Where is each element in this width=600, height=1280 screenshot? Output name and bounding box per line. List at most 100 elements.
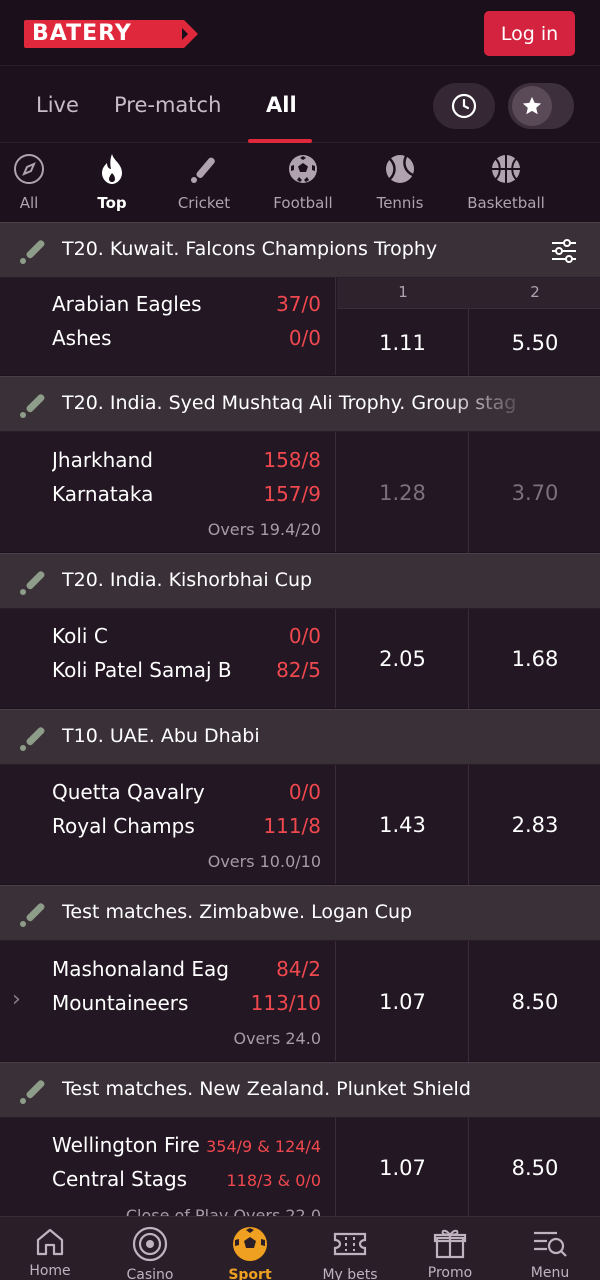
odds-column-header: 1 2 <box>337 278 600 309</box>
menu-search-icon <box>534 1231 567 1257</box>
team-2: Ashes <box>52 326 112 350</box>
score-2: 118/3 & 0/0 <box>226 1171 321 1190</box>
odd-button-1[interactable]: 1.28 <box>337 432 469 553</box>
league-name: T10. UAE. Abu Dhabi <box>62 725 260 747</box>
odd-button-2[interactable]: 5.50 <box>469 309 600 376</box>
nav-home-label: Home <box>29 1263 71 1279</box>
cricket-bat-icon <box>20 394 45 418</box>
match-row[interactable]: Koli C 0/0 Koli Patel Samaj B 82/5 2.05 … <box>0 608 600 709</box>
odd-button-2[interactable]: 3.70 <box>469 432 600 553</box>
sport-tennis[interactable]: Tennis <box>350 152 450 212</box>
match-teams[interactable]: Quetta Qavalry 0/0 Royal Champs 111/8 Ov… <box>0 765 336 884</box>
roulette-icon <box>132 1226 168 1262</box>
nav-home[interactable]: Home <box>0 1225 100 1279</box>
odd-button-1[interactable]: 1.07 <box>337 941 469 1062</box>
nav-sport-label: Sport <box>228 1267 272 1280</box>
sport-football-label: Football <box>273 194 333 212</box>
filter-sliders-icon[interactable] <box>550 237 578 265</box>
tab-all[interactable]: All <box>266 93 297 117</box>
odd-button-1[interactable]: 1.43 <box>337 765 469 885</box>
gift-icon <box>433 1229 467 1259</box>
tab-live[interactable]: Live <box>36 93 79 117</box>
nav-casino[interactable]: Casino <box>100 1225 200 1280</box>
logo-chevron-icon <box>174 20 198 48</box>
nav-promo-label: Promo <box>427 1265 473 1280</box>
score-2: 111/8 <box>263 814 321 838</box>
sport-esports[interactable]: Es <box>586 152 600 212</box>
nav-my-bets[interactable]: My bets <box>300 1225 400 1280</box>
match-row[interactable]: › Mashonaland Eag 84/2 Mountaineers 113/… <box>0 940 600 1062</box>
nav-promo[interactable]: Promo <box>400 1225 500 1280</box>
score-1: 158/8 <box>263 448 321 472</box>
star-icon <box>522 96 542 115</box>
cricket-bat-icon <box>20 240 45 264</box>
odds-col-2-label: 2 <box>530 283 540 301</box>
match-teams[interactable]: Koli C 0/0 Koli Patel Samaj B 82/5 <box>0 609 336 708</box>
sport-football[interactable]: Football <box>253 152 353 212</box>
overs-info: Overs 19.4/20 <box>207 520 321 539</box>
chevron-right-icon[interactable]: › <box>12 987 21 1012</box>
tennis-ball-icon <box>386 155 414 183</box>
score-2: 157/9 <box>263 482 321 506</box>
league-header[interactable]: Test matches. New Zealand. Plunket Shiel… <box>0 1062 600 1117</box>
nav-menu[interactable]: Menu <box>500 1225 600 1280</box>
league-header[interactable]: T20. India. Syed Mushtaq Ali Trophy. Gro… <box>0 376 600 432</box>
history-button[interactable] <box>433 83 495 129</box>
score-2: 82/5 <box>276 658 321 682</box>
score-1: 0/0 <box>288 780 321 804</box>
sport-basketball-label: Basketball <box>467 194 545 212</box>
odd-button-1[interactable]: 2.05 <box>337 609 469 709</box>
favorites-button[interactable] <box>508 83 574 129</box>
mode-tabs: Live Pre-match All <box>0 67 600 143</box>
match-row[interactable]: Jharkhand 158/8 Karnataka 157/9 Overs 19… <box>0 431 600 553</box>
match-teams[interactable]: › Mashonaland Eag 84/2 Mountaineers 113/… <box>0 941 336 1061</box>
team-1: Quetta Qavalry <box>52 780 205 804</box>
sport-categories: All Top Cricket Football Tennis Basketba… <box>0 144 600 222</box>
odd-button-1[interactable]: 1.11 <box>337 309 469 376</box>
tab-pre-match[interactable]: Pre-match <box>114 93 221 117</box>
sport-top[interactable]: Top <box>62 152 162 212</box>
clock-icon <box>451 93 477 119</box>
app-header: BATERY Log in <box>0 0 600 66</box>
league-header[interactable]: T20. India. Kishorbhai Cup <box>0 553 600 608</box>
match-teams[interactable]: Wellington Fire 354/9 & 124/4 Central St… <box>0 1118 336 1225</box>
team-2: Central Stags <box>52 1167 188 1191</box>
odd-button-2[interactable]: 8.50 <box>469 941 600 1062</box>
score-1: 37/0 <box>276 292 321 316</box>
cricket-bat-icon <box>20 903 45 927</box>
odd-button-2[interactable]: 1.68 <box>469 609 600 709</box>
sport-basketball[interactable]: Basketball <box>456 152 556 212</box>
league-name: Test matches. New Zealand. Plunket Shiel… <box>62 1078 471 1100</box>
nav-sport[interactable]: Sport <box>200 1225 300 1280</box>
score-2: 0/0 <box>288 326 321 350</box>
score-1: 0/0 <box>288 624 321 648</box>
odd-button-2[interactable]: 2.83 <box>469 765 600 885</box>
sport-cricket[interactable]: Cricket <box>154 152 254 212</box>
home-icon <box>36 1228 64 1256</box>
basketball-icon <box>492 155 520 183</box>
odd-button-1[interactable]: 1.07 <box>337 1118 469 1218</box>
match-row[interactable]: Wellington Fire 354/9 & 124/4 Central St… <box>0 1117 600 1225</box>
ticket-icon <box>333 1232 367 1256</box>
overs-info: Overs 10.0/10 <box>207 852 321 871</box>
league-header[interactable]: T10. UAE. Abu Dhabi <box>0 709 600 764</box>
league-header[interactable]: Test matches. Zimbabwe. Logan Cup <box>0 885 600 940</box>
cricket-bat-icon <box>20 1080 45 1104</box>
fire-icon <box>102 154 122 184</box>
match-row[interactable]: Quetta Qavalry 0/0 Royal Champs 111/8 Ov… <box>0 764 600 885</box>
match-teams[interactable]: Jharkhand 158/8 Karnataka 157/9 Overs 19… <box>0 432 336 552</box>
match-row[interactable]: Arabian Eagles 37/0 Ashes 0/0 1 2 1.11 5… <box>0 277 600 376</box>
match-teams[interactable]: Arabian Eagles 37/0 Ashes 0/0 <box>0 278 336 375</box>
batery-logo[interactable]: BATERY <box>24 20 200 48</box>
odd-button-2[interactable]: 8.50 <box>469 1118 600 1218</box>
logo-text: BATERY <box>32 21 132 46</box>
cricket-bat-icon <box>191 157 215 183</box>
score-1: 84/2 <box>276 957 321 981</box>
sport-top-label: Top <box>97 194 127 212</box>
login-button[interactable]: Log in <box>484 11 575 56</box>
cricket-bat-icon <box>20 727 45 751</box>
score-1: 354/9 & 124/4 <box>206 1137 321 1156</box>
league-name: T20. India. Kishorbhai Cup <box>62 569 313 591</box>
league-header[interactable]: T20. Kuwait. Falcons Champions Trophy <box>0 222 600 277</box>
team-1: Wellington Fire <box>52 1133 200 1157</box>
